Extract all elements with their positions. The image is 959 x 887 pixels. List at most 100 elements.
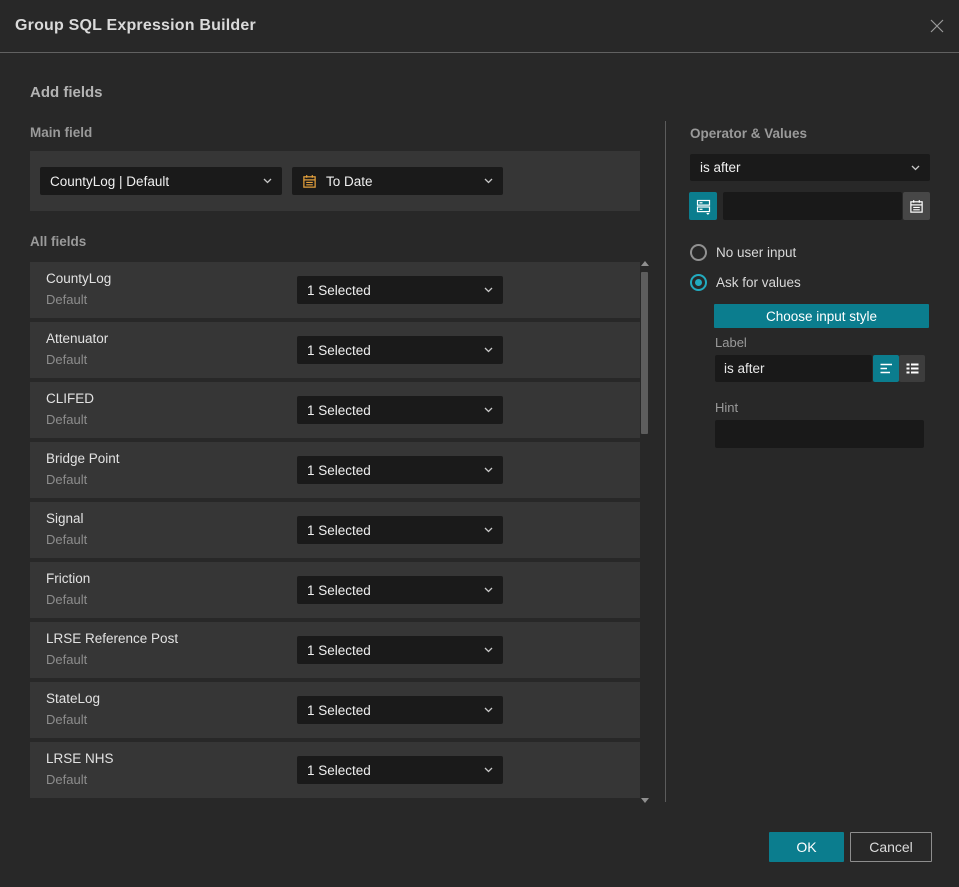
calendar-icon (910, 199, 923, 213)
chevron-down-icon (484, 287, 493, 293)
chevron-down-icon (911, 165, 920, 170)
chevron-down-icon (484, 178, 493, 184)
value-source-toggle-button[interactable] (689, 192, 717, 220)
field-subtitle: Default (46, 592, 88, 607)
main-field-heading: Main field (30, 125, 93, 140)
panel-divider (665, 121, 666, 802)
list-icon (906, 363, 918, 374)
main-field-date-select[interactable]: To Date (292, 167, 503, 195)
chevron-down-icon (484, 647, 493, 653)
field-name: Attenuator (46, 331, 109, 346)
field-selection-dropdown[interactable]: 1 Selected (297, 516, 503, 544)
field-subtitle: Default (46, 412, 88, 427)
label-input[interactable] (715, 355, 872, 382)
field-row: Attenuator Default 1 Selected (30, 322, 640, 378)
field-selection-value: 1 Selected (307, 282, 371, 298)
main-field-date-value: To Date (326, 173, 373, 189)
field-name: CLIFED (46, 391, 95, 406)
field-row: StateLog Default 1 Selected (30, 682, 640, 738)
field-selection-value: 1 Selected (307, 582, 371, 598)
scrollbar-thumb[interactable] (641, 272, 648, 434)
group-sql-expression-builder-dialog: Group SQL Expression Builder Add fields … (0, 0, 959, 887)
field-subtitle: Default (46, 772, 88, 787)
cancel-button[interactable]: Cancel (850, 832, 932, 862)
chevron-down-icon (484, 407, 493, 413)
field-name: LRSE Reference Post (46, 631, 179, 646)
field-subtitle: Default (46, 352, 88, 367)
all-fields-list: CountyLog Default 1 Selected Attenuator … (30, 262, 640, 802)
dialog-title: Group SQL Expression Builder (15, 17, 256, 34)
scroll-down-arrow-icon[interactable] (641, 798, 649, 803)
main-field-select[interactable]: CountyLog | Default (40, 167, 282, 195)
list-style-button[interactable] (899, 355, 925, 382)
field-selection-value: 1 Selected (307, 342, 371, 358)
field-selection-dropdown[interactable]: 1 Selected (297, 576, 503, 604)
field-selection-dropdown[interactable]: 1 Selected (297, 336, 503, 364)
stacked-input-icon (696, 199, 710, 215)
align-left-icon (880, 363, 892, 374)
field-selection-value: 1 Selected (307, 462, 371, 478)
field-name: Friction (46, 571, 91, 586)
close-icon[interactable] (928, 17, 946, 35)
field-row: Friction Default 1 Selected (30, 562, 640, 618)
field-row: LRSE Reference Post Default 1 Selected (30, 622, 640, 678)
field-name: Signal (46, 511, 84, 526)
radio-label: No user input (716, 245, 797, 260)
value-input[interactable] (723, 192, 902, 220)
radio-no-user-input[interactable]: No user input (690, 244, 796, 261)
chevron-down-icon (484, 587, 493, 593)
field-selection-value: 1 Selected (307, 402, 371, 418)
field-selection-dropdown[interactable]: 1 Selected (297, 396, 503, 424)
radio-label: Ask for values (716, 275, 801, 290)
calendar-icon (302, 174, 317, 189)
field-subtitle: Default (46, 652, 88, 667)
chevron-down-icon (484, 467, 493, 473)
field-selection-dropdown[interactable]: 1 Selected (297, 696, 503, 724)
field-selection-value: 1 Selected (307, 642, 371, 658)
field-selection-value: 1 Selected (307, 702, 371, 718)
field-name: StateLog (46, 691, 101, 706)
field-row: CountyLog Default 1 Selected (30, 262, 640, 318)
field-subtitle: Default (46, 292, 88, 307)
hint-field-label: Hint (715, 400, 739, 415)
hint-input[interactable] (715, 420, 924, 448)
dialog-titlebar: Group SQL Expression Builder (0, 0, 959, 53)
label-field-label: Label (715, 335, 747, 350)
ok-button[interactable]: OK (769, 832, 844, 862)
field-selection-dropdown[interactable]: 1 Selected (297, 636, 503, 664)
chevron-down-icon (484, 347, 493, 353)
choose-input-style-button[interactable]: Choose input style (714, 304, 929, 328)
field-subtitle: Default (46, 472, 88, 487)
field-row: Bridge Point Default 1 Selected (30, 442, 640, 498)
chevron-down-icon (484, 767, 493, 773)
field-selection-dropdown[interactable]: 1 Selected (297, 756, 503, 784)
scrollbar[interactable] (640, 259, 651, 805)
single-line-style-button[interactable] (873, 355, 899, 382)
field-selection-dropdown[interactable]: 1 Selected (297, 456, 503, 484)
field-subtitle: Default (46, 712, 88, 727)
chevron-down-icon (484, 707, 493, 713)
radio-button[interactable] (690, 274, 707, 291)
operator-select-value: is after (700, 160, 741, 175)
field-subtitle: Default (46, 532, 88, 547)
field-name: Bridge Point (46, 451, 120, 466)
add-fields-heading: Add fields (30, 84, 103, 101)
field-name: LRSE NHS (46, 751, 114, 766)
all-fields-heading: All fields (30, 234, 87, 249)
field-selection-dropdown[interactable]: 1 Selected (297, 276, 503, 304)
field-row: Signal Default 1 Selected (30, 502, 640, 558)
field-name: CountyLog (46, 271, 112, 286)
main-field-panel: CountyLog | Default To Date (30, 151, 640, 211)
field-selection-value: 1 Selected (307, 522, 371, 538)
chevron-down-icon (484, 527, 493, 533)
scroll-up-arrow-icon[interactable] (641, 261, 649, 266)
operator-select[interactable]: is after (690, 154, 930, 181)
date-picker-button[interactable] (903, 192, 930, 220)
chevron-down-icon (263, 178, 272, 184)
main-field-select-value: CountyLog | Default (50, 173, 170, 189)
radio-button[interactable] (690, 244, 707, 261)
field-row: LRSE NHS Default 1 Selected (30, 742, 640, 798)
field-selection-value: 1 Selected (307, 762, 371, 778)
radio-ask-for-values[interactable]: Ask for values (690, 274, 801, 291)
field-row: CLIFED Default 1 Selected (30, 382, 640, 438)
